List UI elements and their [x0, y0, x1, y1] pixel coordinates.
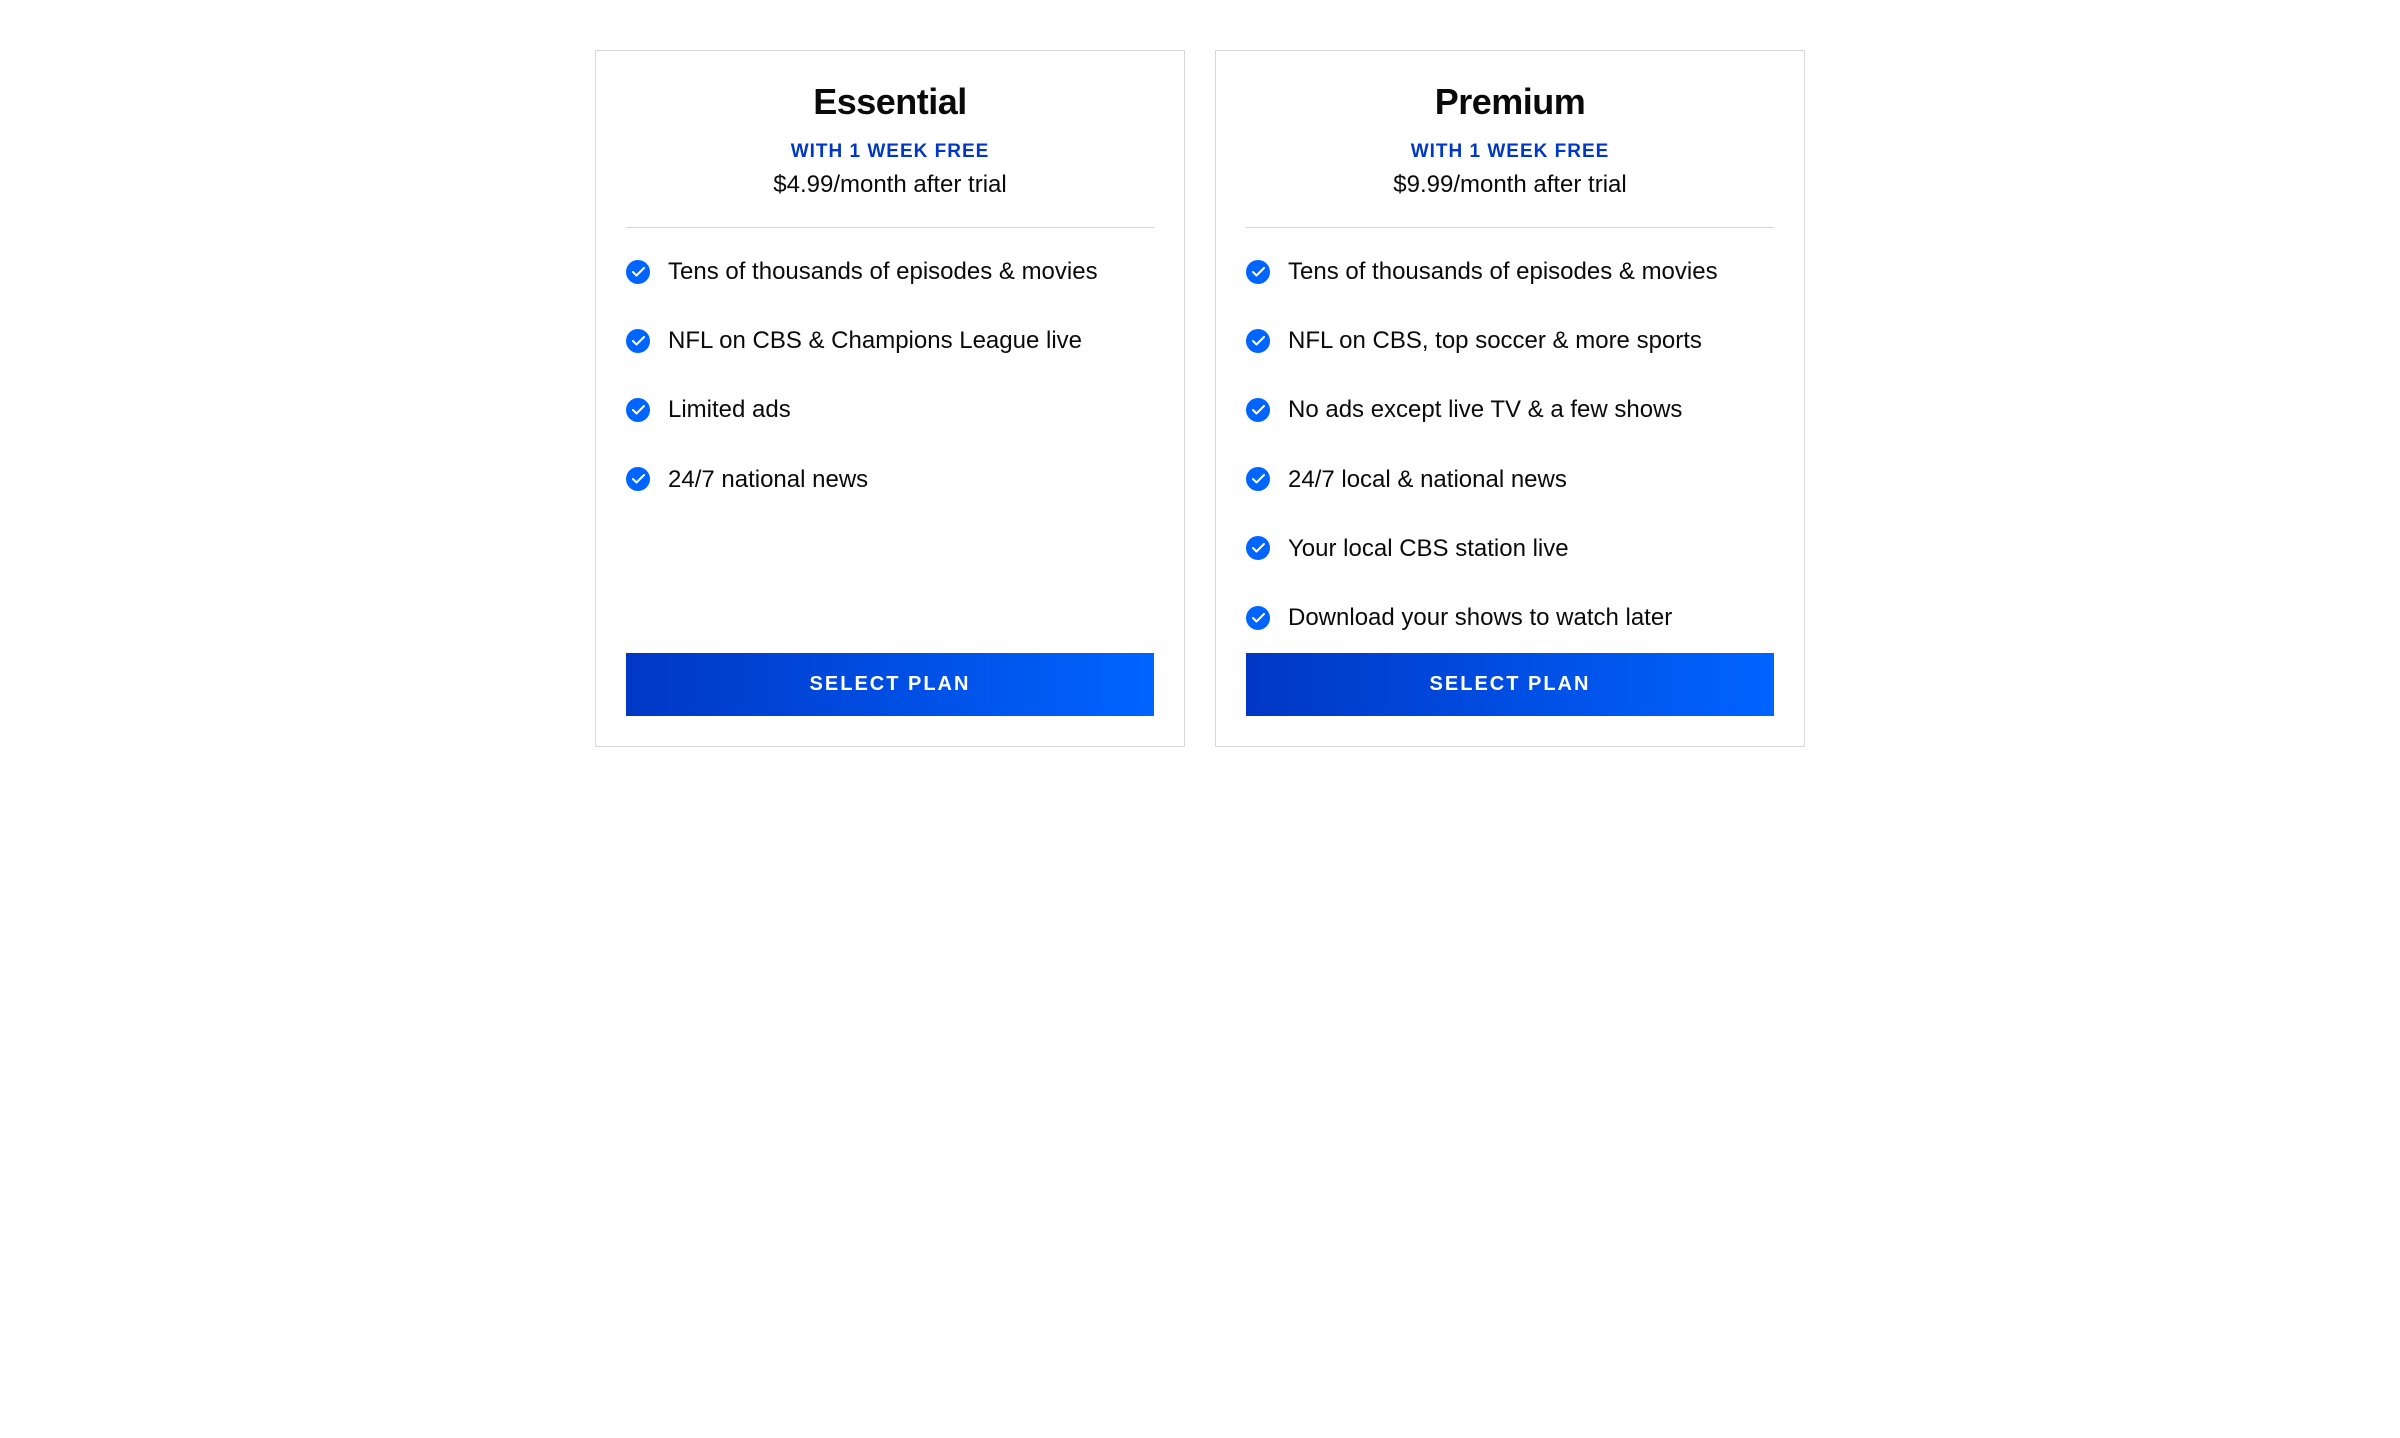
- plan-trial-label: WITH 1 WEEK FREE: [1246, 141, 1774, 163]
- plan-card-premium: Premium WITH 1 WEEK FREE $9.99/month aft…: [1215, 50, 1805, 747]
- plan-header: Premium WITH 1 WEEK FREE $9.99/month aft…: [1246, 81, 1774, 227]
- feature-text: Tens of thousands of episodes & movies: [1288, 256, 1718, 287]
- feature-text: NFL on CBS, top soccer & more sports: [1288, 325, 1702, 356]
- feature-text: 24/7 national news: [668, 464, 868, 495]
- check-icon: [1246, 606, 1270, 630]
- select-plan-button-premium[interactable]: SELECT PLAN: [1246, 653, 1774, 716]
- plan-trial-label: WITH 1 WEEK FREE: [626, 141, 1154, 163]
- feature-item: NFL on CBS, top soccer & more sports: [1246, 325, 1774, 356]
- check-icon: [1246, 467, 1270, 491]
- feature-item: Download your shows to watch later: [1246, 602, 1774, 633]
- feature-item: Limited ads: [626, 394, 1154, 425]
- feature-item: No ads except live TV & a few shows: [1246, 394, 1774, 425]
- features-list: Tens of thousands of episodes & movies N…: [1246, 228, 1774, 653]
- feature-item: Tens of thousands of episodes & movies: [1246, 256, 1774, 287]
- feature-item: 24/7 national news: [626, 464, 1154, 495]
- check-icon: [626, 398, 650, 422]
- feature-item: NFL on CBS & Champions League live: [626, 325, 1154, 356]
- feature-item: Your local CBS station live: [1246, 533, 1774, 564]
- feature-item: Tens of thousands of episodes & movies: [626, 256, 1154, 287]
- feature-text: Limited ads: [668, 394, 791, 425]
- plan-title: Essential: [626, 81, 1154, 123]
- check-icon: [1246, 260, 1270, 284]
- feature-text: NFL on CBS & Champions League live: [668, 325, 1082, 356]
- features-list: Tens of thousands of episodes & movies N…: [626, 228, 1154, 653]
- check-icon: [626, 260, 650, 284]
- feature-item: 24/7 local & national news: [1246, 464, 1774, 495]
- select-plan-button-essential[interactable]: SELECT PLAN: [626, 653, 1154, 716]
- feature-text: Download your shows to watch later: [1288, 602, 1672, 633]
- feature-text: Your local CBS station live: [1288, 533, 1569, 564]
- check-icon: [626, 329, 650, 353]
- plan-header: Essential WITH 1 WEEK FREE $4.99/month a…: [626, 81, 1154, 227]
- plan-card-essential: Essential WITH 1 WEEK FREE $4.99/month a…: [595, 50, 1185, 747]
- check-icon: [626, 467, 650, 491]
- plans-container: Essential WITH 1 WEEK FREE $4.99/month a…: [595, 50, 1805, 747]
- check-icon: [1246, 536, 1270, 560]
- feature-text: No ads except live TV & a few shows: [1288, 394, 1682, 425]
- feature-text: 24/7 local & national news: [1288, 464, 1567, 495]
- check-icon: [1246, 398, 1270, 422]
- plan-price-label: $9.99/month after trial: [1246, 171, 1774, 199]
- check-icon: [1246, 329, 1270, 353]
- plan-title: Premium: [1246, 81, 1774, 123]
- feature-text: Tens of thousands of episodes & movies: [668, 256, 1098, 287]
- plan-price-label: $4.99/month after trial: [626, 171, 1154, 199]
